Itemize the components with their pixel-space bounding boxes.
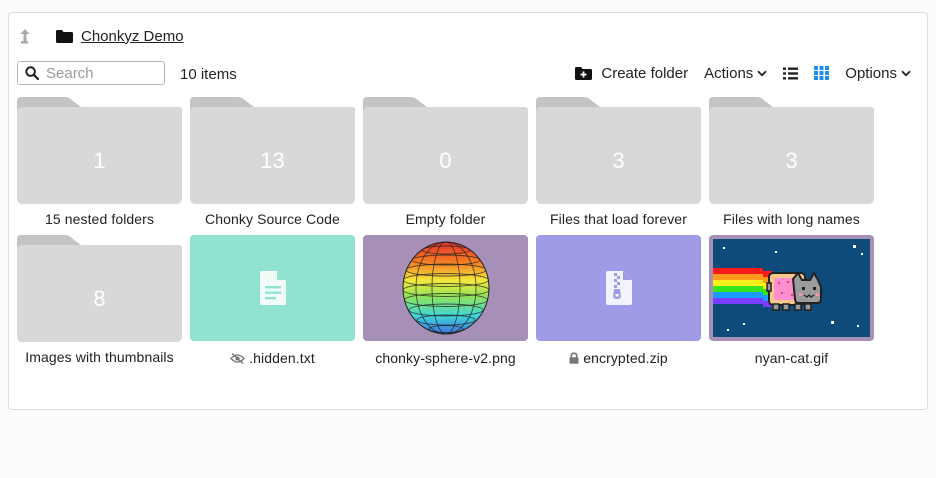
folder-thumbnail: 0 [363, 96, 528, 204]
folder-thumbnail: 3 [536, 96, 701, 204]
nyan-cat-thumbnail [713, 239, 870, 337]
search-box[interactable] [17, 61, 165, 85]
create-folder-button[interactable]: Create folder [575, 65, 688, 82]
file-name: encrypted.zip [583, 350, 668, 366]
navbar: Chonkyz Demo [18, 26, 184, 46]
file-name-row: .hidden.txt [180, 350, 365, 366]
create-folder-label: Create folder [601, 64, 689, 82]
item-count: 10 items [180, 66, 237, 83]
folder-item-count: 0 [439, 148, 452, 173]
folder-icon [56, 29, 73, 43]
arrow-up-icon [20, 28, 30, 43]
eye-slash-icon [230, 353, 246, 364]
folder-thumbnail: 1 [17, 96, 182, 204]
file-name-row: encrypted.zip [526, 350, 711, 366]
toolbar: Create folder Actions Options [575, 62, 911, 84]
folder-item-count: 8 [93, 286, 106, 311]
folder-name: Empty folder [405, 211, 486, 227]
search-icon [25, 66, 39, 80]
breadcrumb-current-folder[interactable]: Chonkyz Demo [81, 28, 184, 45]
options-dropdown[interactable]: Options [845, 65, 911, 82]
folder-thumbnail: 13 [190, 96, 355, 204]
folder-name: Chonky Source Code [205, 211, 340, 227]
folder-name: Files that load forever [550, 211, 687, 227]
file-archive-icon [605, 271, 632, 305]
actions-label: Actions [704, 64, 754, 82]
actions-dropdown[interactable]: Actions [704, 65, 767, 82]
folder-item-count: 3 [785, 148, 798, 173]
folder-name: Files with long names [723, 211, 860, 227]
folder-item-count: 1 [93, 148, 106, 173]
folder-thumbnail: 3 [709, 96, 874, 204]
options-label: Options [845, 64, 897, 82]
sphere-thumbnail [402, 241, 489, 335]
folder-item-count: 13 [260, 148, 285, 173]
search-input[interactable] [46, 64, 156, 82]
lock-icon [569, 352, 579, 364]
file-thumbnail [190, 235, 355, 341]
folder-plus-icon [575, 66, 593, 80]
file-name: .hidden.txt [249, 350, 315, 366]
grid-view-button[interactable] [814, 66, 830, 80]
file-text-icon [259, 271, 286, 305]
grid-view-icon [814, 66, 830, 80]
chevron-down-icon [901, 70, 911, 77]
file-thumbnail [709, 235, 874, 341]
folder-thumbnail: 8 [17, 234, 182, 342]
file-name: chonky-sphere-v2.png [375, 350, 516, 366]
folder-item-count: 3 [612, 148, 625, 173]
list-view-icon [783, 67, 799, 79]
file-name: nyan-cat.gif [754, 350, 829, 366]
list-view-button[interactable] [783, 67, 799, 80]
folder-name: Images with thumbnails [25, 349, 174, 365]
folder-name: 15 nested folders [44, 211, 155, 227]
file-thumbnail [363, 235, 528, 341]
file-thumbnail [536, 235, 701, 341]
parent-folder-button[interactable] [18, 27, 32, 45]
chevron-down-icon [757, 70, 767, 77]
